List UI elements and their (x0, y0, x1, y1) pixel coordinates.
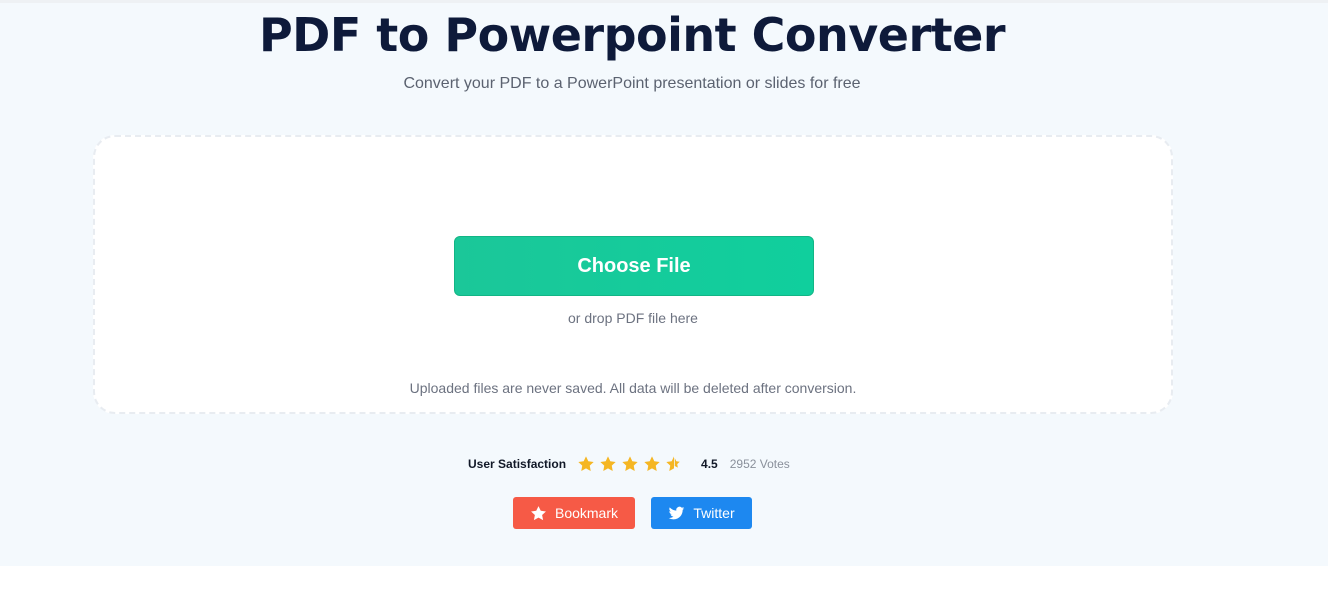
twitter-label: Twitter (693, 505, 735, 521)
twitter-share-button[interactable]: Twitter (651, 497, 752, 529)
hero-section: PDF to Powerpoint Converter Convert your… (0, 0, 1328, 566)
rating-score: 4.5 (701, 457, 718, 471)
star-icon[interactable] (643, 455, 661, 473)
star-icon (530, 505, 547, 522)
user-satisfaction-rating: User Satisfaction 4.5 2952 Votes (468, 454, 790, 474)
bookmark-button[interactable]: Bookmark (513, 497, 635, 529)
star-icon[interactable] (599, 455, 617, 473)
rating-label: User Satisfaction (468, 457, 567, 471)
drop-hint: or drop PDF file here (568, 310, 698, 326)
choose-file-label: Choose File (577, 254, 691, 277)
rating-stars[interactable] (577, 455, 687, 473)
choose-file-button[interactable]: Choose File (454, 236, 814, 296)
page-subtitle: Convert your PDF to a PowerPoint present… (403, 75, 861, 92)
star-icon[interactable] (621, 455, 639, 473)
twitter-bird-icon (668, 505, 685, 522)
file-dropzone[interactable]: Choose File or drop PDF file here Upload… (93, 135, 1173, 414)
star-half-icon[interactable] (665, 455, 683, 473)
rating-votes: 2952 Votes (729, 457, 790, 471)
privacy-note: Uploaded files are never saved. All data… (409, 380, 857, 396)
page-title: PDF to Powerpoint Converter (258, 8, 1006, 62)
bookmark-label: Bookmark (554, 505, 619, 521)
star-icon[interactable] (577, 455, 595, 473)
